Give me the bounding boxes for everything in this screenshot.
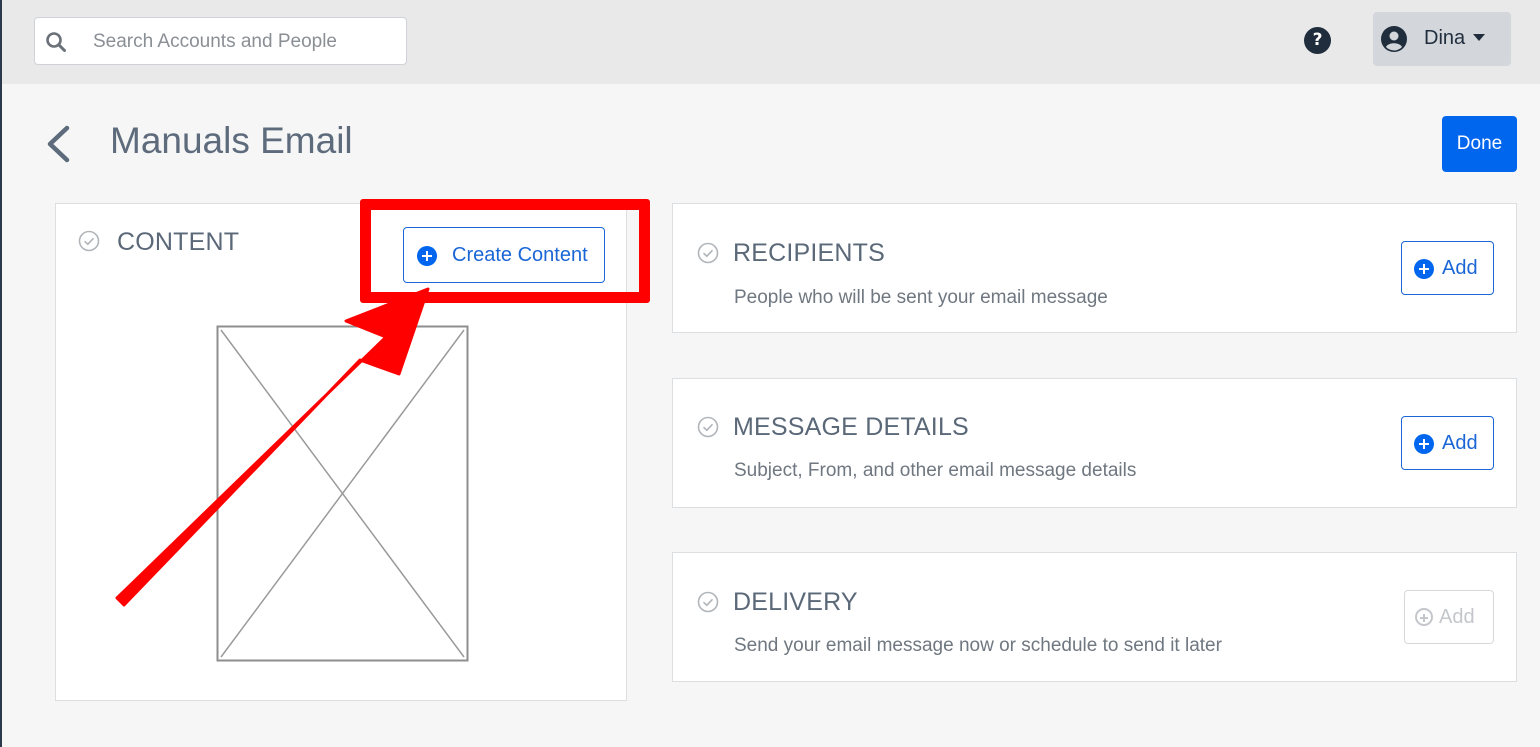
add-recipients-button[interactable]: Add [1401, 241, 1494, 295]
search-icon [46, 32, 66, 52]
add-label: Add [1442, 432, 1478, 454]
user-name: Dina [1424, 27, 1466, 49]
page-title: Manuals Email [110, 120, 353, 161]
recipients-card: RECIPIENTS People who will be sent your … [672, 203, 1517, 333]
add-delivery-button[interactable]: Add [1404, 590, 1494, 644]
message-details-title: MESSAGE DETAILS [733, 413, 969, 441]
check-circle-icon [697, 242, 719, 264]
plus-circle-icon [1414, 259, 1434, 279]
check-circle-icon [697, 591, 719, 613]
check-circle-icon [697, 416, 719, 438]
recipients-description: People who will be sent your email messa… [734, 287, 1108, 308]
message-details-description: Subject, From, and other email message d… [734, 460, 1137, 481]
add-label: Add [1439, 606, 1475, 628]
help-icon[interactable]: ? [1304, 27, 1331, 54]
done-button[interactable]: Done [1442, 116, 1517, 172]
add-label: Add [1442, 257, 1478, 279]
image-placeholder-icon [216, 325, 469, 662]
delivery-description: Send your email message now or schedule … [734, 635, 1222, 656]
delivery-card: DELIVERY Send your email message now or … [672, 552, 1517, 682]
user-avatar-icon [1381, 26, 1407, 52]
caret-down-icon [1473, 34, 1485, 41]
content-title: CONTENT [117, 228, 240, 256]
check-circle-icon [78, 230, 100, 252]
window-border [0, 0, 2, 747]
user-menu-button[interactable]: Dina [1373, 12, 1511, 66]
add-message-details-button[interactable]: Add [1401, 416, 1494, 470]
top-bar: ? Dina [2, 0, 1540, 84]
recipients-title: RECIPIENTS [733, 239, 886, 267]
plus-circle-icon [1414, 434, 1434, 454]
search-box[interactable] [34, 17, 407, 65]
annotation-highlight-box [360, 199, 650, 303]
back-chevron-icon[interactable] [43, 124, 73, 164]
delivery-title: DELIVERY [733, 588, 858, 616]
search-input[interactable] [91, 28, 395, 56]
message-details-card: MESSAGE DETAILS Subject, From, and other… [672, 378, 1517, 508]
plus-circle-icon [1415, 608, 1433, 626]
